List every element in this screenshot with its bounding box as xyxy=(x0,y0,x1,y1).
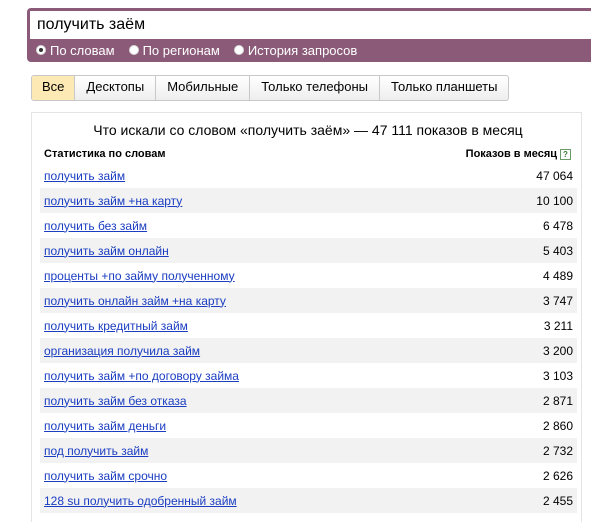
search-input[interactable]: получить заём xyxy=(30,11,591,39)
table-row: под получить займ 2 732 xyxy=(40,438,577,463)
table-row: получить без займ 6 478 xyxy=(40,213,577,238)
phrase-link[interactable]: получить займ срочно xyxy=(44,469,167,483)
phrase-link[interactable]: под получить займ xyxy=(44,444,148,458)
radio-icon[interactable] xyxy=(233,45,244,55)
tab-tablets-only[interactable]: Только планшеты xyxy=(379,76,508,100)
mode-by-regions[interactable]: По регионам xyxy=(128,42,220,58)
table-row: проценты +по займу полученному 4 489 xyxy=(40,263,577,288)
phrase-link[interactable]: получить онлайн займ +на карту xyxy=(44,294,226,308)
tab-all[interactable]: Все xyxy=(32,76,75,100)
table-row: организация получила займ 3 200 xyxy=(40,338,577,363)
table-row: 128 su получить одобренный займ 2 455 xyxy=(40,488,577,513)
phrase-link[interactable]: получить займ xyxy=(44,169,125,183)
impressions-count: 47 064 xyxy=(536,168,573,183)
table-row: получить кредитный займ 3 211 xyxy=(40,313,577,338)
impressions-count: 3 747 xyxy=(542,293,573,308)
mode-label: По словам xyxy=(50,42,115,58)
phrase-link[interactable]: проценты +по займу полученному xyxy=(44,269,235,283)
impressions-count: 4 489 xyxy=(542,268,573,283)
mode-query-history[interactable]: История запросов xyxy=(233,42,358,58)
mode-label: История запросов xyxy=(247,42,358,58)
phrase-link[interactable]: получить займ деньги xyxy=(44,419,166,433)
tab-mobile[interactable]: Мобильные xyxy=(155,76,249,100)
stats-panel: Что искали со словом «получить заём» — 4… xyxy=(31,112,582,522)
table-row: получить займ деньги 2 860 xyxy=(40,413,577,438)
impressions-count: 10 100 xyxy=(536,193,573,208)
table-row: получить займ онлайн 5 403 xyxy=(40,238,577,263)
phrase-link[interactable]: получить займ онлайн xyxy=(44,244,169,258)
phrase-link[interactable]: получить займ +по договору займа xyxy=(44,369,239,383)
impressions-count: 2 626 xyxy=(542,468,573,483)
impressions-count: 3 103 xyxy=(542,368,573,383)
tab-phones-only[interactable]: Только телефоны xyxy=(249,76,379,100)
mode-label: По регионам xyxy=(142,42,220,58)
phrase-link[interactable]: получить кредитный займ xyxy=(44,319,188,333)
help-icon[interactable]: ? xyxy=(560,149,571,160)
impressions-count: 2 871 xyxy=(542,393,573,408)
device-tabs: Все Десктопы Мобильные Только телефоны Т… xyxy=(31,75,510,101)
table-row: получить займ срочно 2 626 xyxy=(40,463,577,488)
impressions-count: 6 478 xyxy=(542,218,573,233)
stats-title: Что искали со словом «получить заём» — 4… xyxy=(93,122,523,138)
column-header-words: Статистика по словам xyxy=(44,148,166,160)
column-header-impressions-label: Показов в месяц xyxy=(465,148,557,160)
table-row: получить займ +на карту 10 100 xyxy=(40,188,577,213)
impressions-count: 3 211 xyxy=(543,318,573,333)
phrase-link[interactable]: получить без займ xyxy=(44,219,147,233)
phrase-link[interactable]: получить займ без отказа xyxy=(44,394,187,408)
column-header-impressions: Показов в месяц ? xyxy=(466,148,571,161)
table-row: получить займ 47 064 xyxy=(40,163,577,188)
table-row: получить займ +по договору займа 3 103 xyxy=(40,363,577,388)
impressions-count: 2 860 xyxy=(542,418,573,433)
phrase-link[interactable]: получить займ +на карту xyxy=(44,194,182,208)
radio-icon[interactable] xyxy=(128,45,139,55)
tab-desktops[interactable]: Десктопы xyxy=(74,76,155,100)
table-row: получить онлайн займ +на карту 3 747 xyxy=(40,288,577,313)
impressions-count: 2 455 xyxy=(542,493,573,508)
stats-table: получить займ 47 064 получить займ +на кар… xyxy=(40,163,577,513)
phrase-link[interactable]: 128 su получить одобренный займ xyxy=(44,494,237,508)
mode-by-words[interactable]: По словам xyxy=(36,43,115,58)
radio-icon-checked[interactable] xyxy=(36,45,46,55)
impressions-count: 5 403 xyxy=(542,243,573,258)
phrase-link[interactable]: организация получила займ xyxy=(44,344,200,358)
impressions-count: 3 200 xyxy=(542,343,573,358)
search-mode-group: По словам По регионам История запросов xyxy=(36,41,371,59)
table-row: получить займ без отказа 2 871 xyxy=(40,388,577,413)
impressions-count: 2 732 xyxy=(542,443,573,458)
